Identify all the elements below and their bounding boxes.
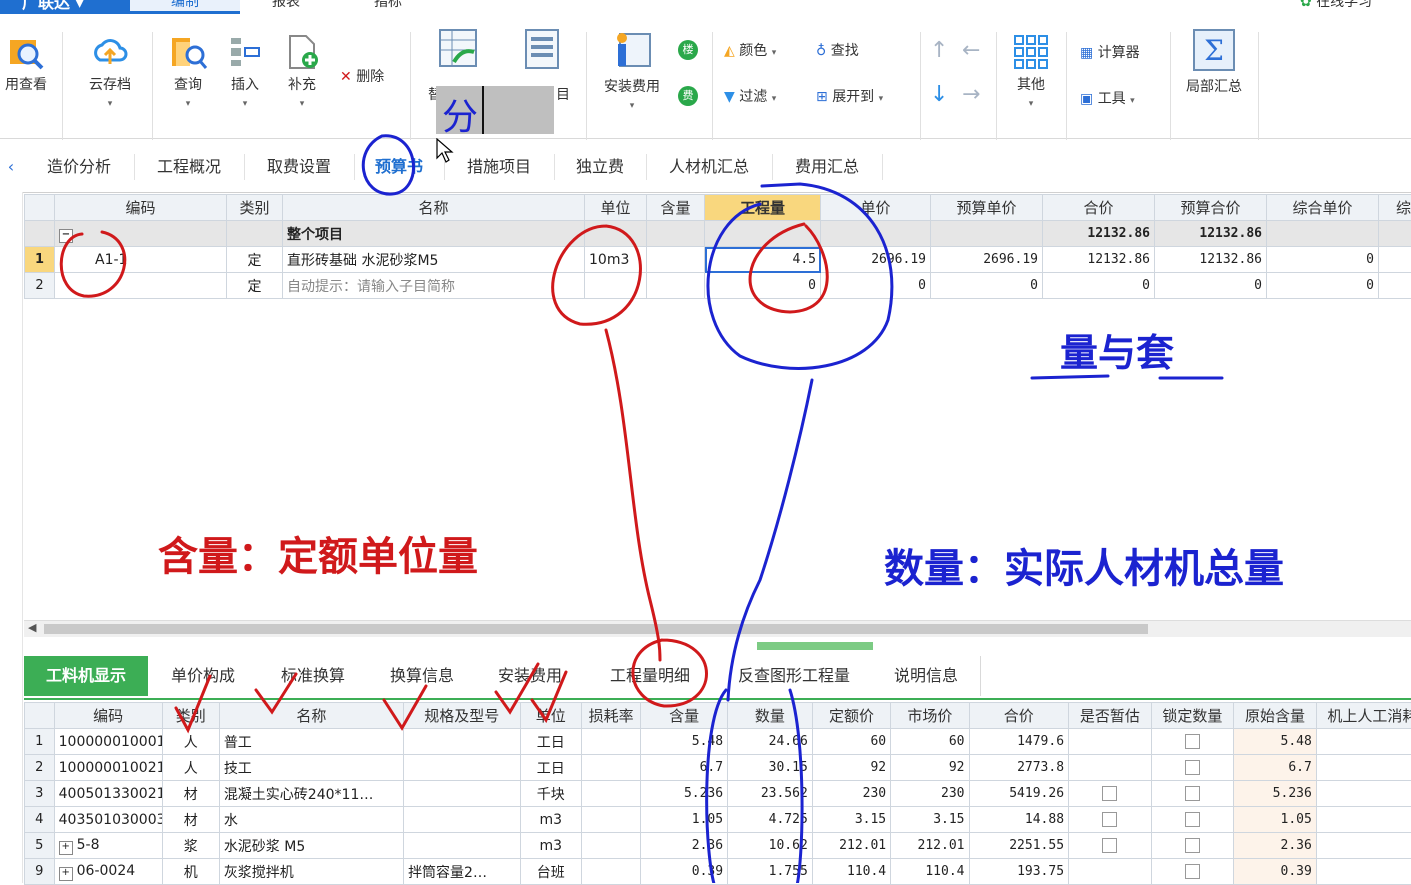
blue-ellipse-qty-col — [707, 690, 802, 883]
mouse-cursor-icon — [436, 138, 454, 164]
blue-underline-left — [1032, 376, 1108, 378]
red-circle-quantity — [750, 224, 827, 312]
red-line-unit-to-content — [606, 330, 660, 660]
red-check-type — [176, 676, 210, 730]
red-circle-content — [633, 640, 707, 706]
red-check-install — [532, 672, 566, 720]
blue-circle-quantity-col — [708, 184, 892, 368]
blue-line-to-qty — [728, 380, 812, 700]
red-circle-unit — [553, 226, 641, 324]
red-check-name — [256, 674, 296, 712]
blue-circle-budget-tab — [363, 136, 413, 194]
annotation-overlay — [0, 0, 1411, 883]
red-circle-code — [61, 232, 125, 296]
red-check-unit — [496, 664, 538, 712]
red-check-spec — [384, 686, 426, 728]
